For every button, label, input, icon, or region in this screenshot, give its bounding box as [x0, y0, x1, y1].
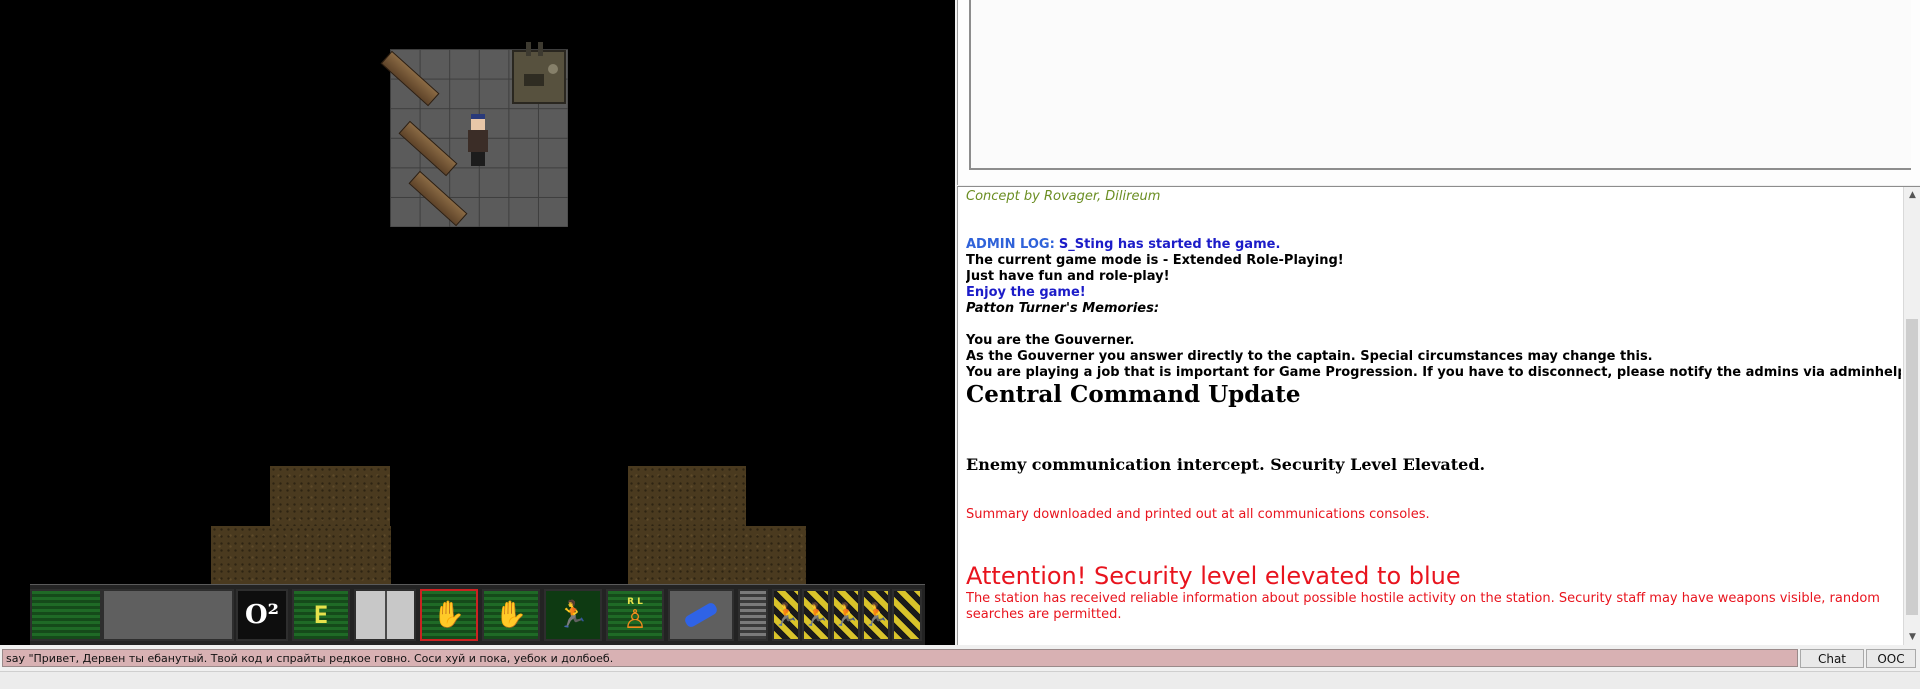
security-alert-body: The station has received reliable inform… — [966, 591, 1880, 622]
command-bar: say "Привет, Дервен ты ебанутый. Твой ко… — [0, 648, 1920, 670]
equip-button[interactable]: E — [292, 589, 350, 641]
running-man-icon: 🏃 — [556, 600, 590, 630]
left-hand-slot[interactable]: ✋ — [420, 589, 478, 641]
announcement-subtitle: Enemy communication intercept. Security … — [966, 455, 1486, 474]
run-walk-toggle[interactable]: 🏃 — [544, 589, 602, 641]
ooc-button[interactable]: OOC — [1866, 649, 1916, 668]
equip-label: E — [313, 601, 329, 629]
chat-button[interactable]: Chat — [1800, 649, 1864, 668]
action-slot-1[interactable]: 🏃 — [772, 589, 800, 641]
dirt-tile — [211, 526, 391, 586]
scroll-thumb[interactable] — [1906, 319, 1918, 615]
right-hand-slot[interactable]: ✋ — [482, 589, 540, 641]
action-slot-2[interactable]: 🏃 — [802, 589, 830, 641]
figure-icon: 🏃 — [832, 602, 860, 628]
info-browser-content[interactable] — [969, 0, 1911, 170]
figure-icon: 🏃 — [772, 602, 800, 628]
oxygen-indicator[interactable]: O² — [236, 589, 288, 641]
chat-output-pane[interactable]: Concept by Rovager, Dilireum ADMIN LOG: … — [957, 186, 1920, 645]
chat-line-game-mode: The current game mode is - Extended Role… — [966, 253, 1344, 268]
action-slot-4[interactable]: 🏃 — [862, 589, 890, 641]
command-input[interactable]: say "Привет, Дервен ты ебанутый. Твой ко… — [2, 649, 1798, 667]
intent-selector[interactable] — [354, 589, 416, 641]
chat-log[interactable]: Concept by Rovager, Dilireum ADMIN LOG: … — [966, 187, 1901, 645]
info-browser-pane[interactable] — [957, 0, 1920, 185]
player-character[interactable] — [466, 108, 490, 168]
figure-icon: 🏃 — [862, 602, 890, 628]
chat-scrollbar[interactable]: ▲ ▼ — [1903, 187, 1920, 645]
announcement-body: Summary downloaded and printed out at al… — [966, 507, 1430, 522]
internals-slot[interactable] — [668, 589, 734, 641]
inventory-slot-back[interactable] — [30, 589, 102, 641]
chat-line-job-important: You are playing a job that is important … — [966, 365, 1901, 380]
scroll-down-arrow-icon[interactable]: ▼ — [1904, 629, 1920, 645]
inventory-slot-belt[interactable] — [102, 589, 234, 641]
chat-line-enjoy: Enjoy the game! — [966, 285, 1086, 300]
figure-icon: 🏃 — [802, 602, 830, 628]
chat-line-memories: Patton Turner's Memories: — [966, 301, 1160, 316]
machine-console[interactable] — [512, 42, 566, 104]
admin-log-text: S_Sting has started the game. — [1058, 237, 1281, 252]
chat-line-admin-log: ADMIN LOG: S_Sting has started the game. — [966, 237, 1901, 253]
action-slot-3[interactable]: 🏃 — [832, 589, 860, 641]
game-viewport[interactable]: O² E ✋ ✋ 🏃 R L ♙ 🏃 🏃 🏃 🏃 — [0, 0, 955, 645]
body-doll-icon: ♙ — [623, 605, 647, 635]
chat-line-concept: Concept by Rovager, Dilireum — [966, 189, 1161, 204]
hand-icon: ✋ — [494, 600, 528, 630]
dirt-tile — [628, 526, 806, 586]
chat-line-have-fun: Just have fun and role-play! — [966, 269, 1170, 284]
oxygen-tank-icon — [683, 601, 719, 629]
security-alert-title: Attention! Security level elevated to bl… — [966, 562, 1461, 590]
hud-bar: O² E ✋ ✋ 🏃 R L ♙ 🏃 🏃 🏃 🏃 — [30, 584, 925, 645]
body-zone-selector[interactable]: R L ♙ — [606, 589, 664, 641]
admin-log-label: ADMIN LOG: — [966, 237, 1055, 252]
scroll-up-arrow-icon[interactable]: ▲ — [1904, 187, 1920, 203]
chat-line-role: You are the Gouverner. — [966, 333, 1135, 348]
action-slot-5[interactable] — [892, 589, 922, 641]
status-bar — [0, 671, 1920, 689]
hud-divider — [738, 589, 768, 641]
announcement-title: Central Command Update — [966, 381, 1301, 408]
chat-line-role-desc: As the Gouverner you answer directly to … — [966, 349, 1653, 364]
hand-icon: ✋ — [432, 600, 466, 630]
